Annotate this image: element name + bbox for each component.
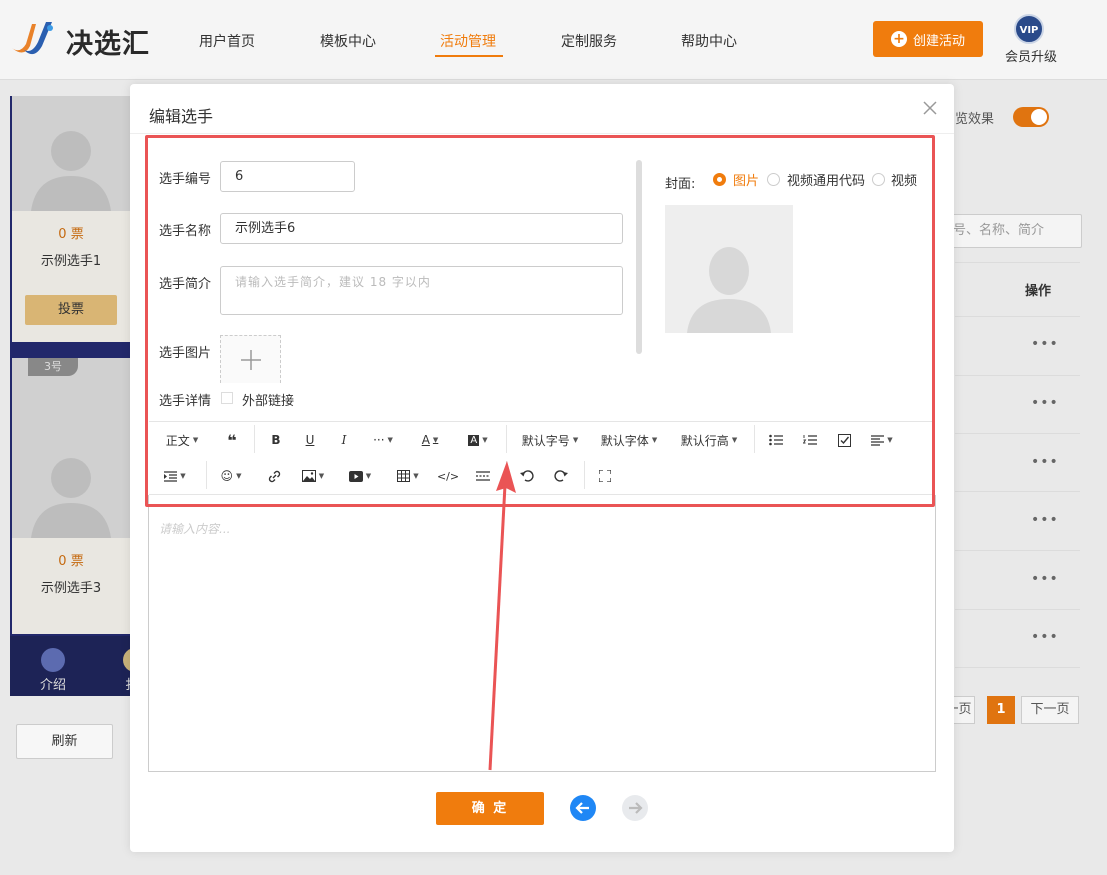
row-divider: [955, 550, 1080, 551]
logo-mark-icon: [10, 18, 58, 58]
row-divider: [955, 262, 1080, 263]
row-divider: [955, 667, 1080, 668]
vip-upgrade-link[interactable]: 会员升级: [1005, 46, 1057, 65]
logo-text[interactable]: 决选汇: [66, 22, 150, 61]
ops-column-header: 操作: [1025, 284, 1052, 299]
nav-template-center[interactable]: 模板中心: [320, 31, 376, 51]
nav-help-center[interactable]: 帮助中心: [681, 31, 737, 51]
avatar: [12, 96, 130, 211]
create-activity-button[interactable]: + 创建活动: [873, 21, 983, 57]
phone-preview: 0 票 示例选手1 投票 0 票 示例选手3: [10, 96, 132, 696]
row-divider: [955, 375, 1080, 376]
vip-icon[interactable]: VIP: [1014, 14, 1044, 44]
vote-button[interactable]: 投票: [25, 295, 117, 325]
pagination-current[interactable]: 1: [987, 696, 1015, 724]
refresh-button[interactable]: 刷新: [16, 724, 113, 759]
vote-count: 0 票: [58, 554, 84, 569]
nav-user-home[interactable]: 用户首页: [199, 31, 255, 51]
more-icon[interactable]: •••: [1031, 395, 1059, 411]
contestant-name: 示例选手1: [40, 254, 102, 269]
pagination-next[interactable]: 下一页: [1021, 696, 1079, 724]
number-badge: 3号: [28, 358, 78, 376]
row-divider: [955, 491, 1080, 492]
more-icon[interactable]: •••: [1031, 512, 1059, 528]
rich-text-editor[interactable]: [148, 495, 936, 772]
modal-title: 编辑选手: [149, 107, 214, 126]
vote-count: 0 票: [58, 227, 84, 242]
nav-intro-label[interactable]: 介绍: [40, 674, 66, 693]
confirm-button[interactable]: 确 定: [436, 792, 544, 825]
highlight-box: [145, 135, 935, 507]
nav-activity-management[interactable]: 活动管理: [440, 31, 496, 51]
preview-bottom-nav: [10, 636, 132, 696]
close-icon[interactable]: [920, 98, 940, 118]
contestant-card[interactable]: 0 票 示例选手3: [12, 358, 130, 634]
nav-custom-service[interactable]: 定制服务: [561, 31, 617, 51]
toggle-knob: [1031, 109, 1047, 125]
plus-circle-icon: +: [890, 31, 907, 47]
contestant-name: 示例选手3: [40, 581, 102, 596]
more-icon[interactable]: •••: [1031, 629, 1059, 645]
nav-active-underline: [435, 55, 503, 57]
more-icon[interactable]: •••: [1031, 336, 1059, 352]
row-divider: [955, 609, 1080, 610]
create-activity-label: 创建活动: [912, 33, 965, 49]
annotation-arrow-icon: [488, 461, 516, 771]
previous-arrow-icon[interactable]: [570, 795, 596, 821]
contestant-card[interactable]: 0 票 示例选手1 投票: [12, 96, 130, 342]
more-icon[interactable]: •••: [1031, 454, 1059, 470]
row-divider: [955, 316, 1080, 317]
modal-divider: [130, 133, 954, 134]
preview-effect-label: 览效果: [955, 112, 995, 127]
avatar: [12, 358, 130, 538]
editor-placeholder: 请输入内容...: [159, 522, 231, 536]
next-arrow-icon[interactable]: [622, 795, 648, 821]
row-divider: [955, 433, 1080, 434]
flag-icon[interactable]: [41, 648, 65, 672]
more-icon[interactable]: •••: [1031, 571, 1059, 587]
